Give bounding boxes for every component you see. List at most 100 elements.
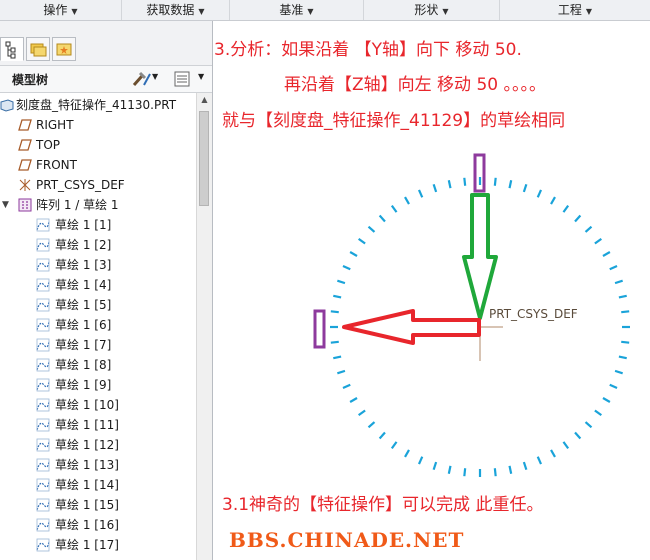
tab-layers[interactable]: [26, 37, 50, 61]
scroll-up-icon[interactable]: ▲: [197, 93, 212, 107]
annotation-line-2: 再沿着【Z轴】向左 移动 50 。。。。: [284, 75, 546, 95]
menu-engineering-label: 工程: [557, 3, 582, 17]
tree-item-label: 草绘 1 [11]: [55, 418, 119, 432]
tree-item-label: 草绘 1 [17]: [55, 538, 119, 552]
tree-item-label: 草绘 1 [16]: [55, 518, 119, 532]
panel-tab-row: [0, 21, 212, 66]
model-tree-icon: [5, 41, 16, 59]
tree-item-label: RIGHT: [36, 118, 74, 132]
model-tree-header: 模型树 ▼ ▼: [0, 66, 212, 93]
dial-tick: [550, 449, 556, 458]
dial-tick: [330, 340, 339, 344]
tree-item-label: 刻度盘_特征操作_41130.PRT: [16, 98, 177, 112]
dial-tick: [390, 205, 398, 213]
scroll-thumb[interactable]: [199, 111, 209, 206]
dial-tick: [447, 180, 452, 189]
dial-tick: [404, 449, 410, 458]
tree-view-button[interactable]: [172, 70, 192, 88]
dial-tick: [390, 441, 398, 449]
dial-tick: [463, 468, 467, 477]
dial-tick: [594, 409, 602, 417]
dial-tick: [417, 456, 424, 465]
tree-item-label: PRT_CSYS_DEF: [36, 178, 125, 192]
chevron-down-icon: ▼: [585, 7, 593, 16]
dial-tick: [349, 397, 358, 403]
pattern-icon: [18, 198, 32, 212]
dial-tick: [404, 196, 410, 205]
layers-folder-icon: [30, 43, 47, 57]
tree-item-label: 草绘 1 [12]: [55, 438, 119, 452]
dial-tick: [614, 369, 623, 375]
menu-get-data[interactable]: 获取数据 ▼: [122, 0, 230, 20]
sketch-icon: [36, 358, 50, 372]
chevron-down-icon[interactable]: ▼: [152, 72, 158, 81]
dial-tick: [562, 205, 570, 213]
annotation-line-3: 就与【刻度盘_特征操作_41129】的草绘相同: [222, 111, 566, 131]
list-view-icon: [174, 71, 190, 87]
dial-tick: [594, 237, 602, 245]
watermark: BBS.CHINADE.NET: [229, 528, 465, 552]
left-marker: [313, 309, 326, 349]
dial-tick: [358, 237, 366, 245]
tree-item-label: 草绘 1 [7]: [55, 338, 112, 352]
menu-shapes[interactable]: 形状 ▼: [364, 0, 500, 20]
dial-tick: [463, 177, 467, 186]
sketch-icon: [36, 298, 50, 312]
favorites-folder-icon: [56, 43, 72, 56]
tree-scrollbar[interactable]: ▲: [196, 93, 212, 560]
tab-model-tree[interactable]: [0, 37, 24, 61]
dial-tick: [330, 310, 339, 314]
dial-tick: [609, 383, 618, 390]
top-marker: [473, 153, 486, 193]
sketch-icon: [36, 478, 50, 492]
sketch-icon: [36, 538, 50, 552]
model-tree: 刻度盘_特征操作_41130.PRT RIGHT TOP FRONT PRT_C…: [0, 93, 196, 560]
sketch-icon: [36, 238, 50, 252]
tree-item-label: 草绘 1 [15]: [55, 498, 119, 512]
dial-tick: [493, 468, 497, 477]
dial-tick: [536, 189, 543, 198]
sketch-icon: [36, 278, 50, 292]
sketch-icon: [36, 458, 50, 472]
chevron-down-icon: ▼: [71, 7, 78, 16]
menu-shapes-label: 形状: [414, 3, 439, 17]
sketch-icon: [36, 338, 50, 352]
coordinate-system-icon: [19, 179, 31, 191]
dial-tick: [522, 184, 528, 193]
expand-arrow-icon[interactable]: ▼: [2, 195, 9, 215]
tools-icon: [132, 71, 151, 86]
dial-tick: [574, 214, 582, 223]
dial-tick: [621, 340, 630, 344]
menu-engineering[interactable]: 工程 ▼: [500, 0, 650, 20]
annotation-bottom: 3.1神奇的【特征操作】可以完成 此重任。: [222, 495, 544, 515]
dial-tick: [337, 369, 346, 375]
tree-settings-button[interactable]: [130, 70, 152, 88]
dial-tick: [378, 431, 386, 440]
dial-tick: [536, 456, 543, 465]
dial-tick: [342, 383, 351, 390]
csys-label: PRT_CSYS_DEF: [489, 307, 578, 321]
menu-bar: 操作 ▼ 获取数据 ▼ 基准 ▼ 形状 ▼ 工程 ▼: [0, 0, 650, 21]
sketch-icon: [36, 318, 50, 332]
dial-tick: [342, 264, 351, 271]
sketch-icon: [36, 418, 50, 432]
red-left-arrow: [342, 309, 481, 345]
dial-tick: [337, 279, 346, 285]
tree-item-label: 草绘 1 [3]: [55, 258, 112, 272]
tree-item-label: FRONT: [36, 158, 77, 172]
dial-tick: [602, 397, 611, 403]
dial-tick: [333, 294, 342, 299]
chevron-down-icon[interactable]: ▼: [198, 72, 204, 81]
chevron-down-icon: ▼: [442, 7, 449, 16]
menu-datum[interactable]: 基准 ▼: [230, 0, 364, 20]
menu-operations[interactable]: 操作 ▼: [0, 0, 122, 20]
dial-tick: [602, 251, 611, 257]
graphics-canvas[interactable]: [213, 21, 650, 560]
tab-favorites[interactable]: [52, 37, 76, 61]
dial-tick: [508, 180, 513, 189]
menu-get-data-label: 获取数据: [146, 3, 195, 17]
dial-tick: [432, 461, 438, 470]
chevron-down-icon: ▼: [307, 7, 314, 16]
dial-tick: [584, 225, 593, 233]
tree-item-label: 草绘 1 [14]: [55, 478, 119, 492]
